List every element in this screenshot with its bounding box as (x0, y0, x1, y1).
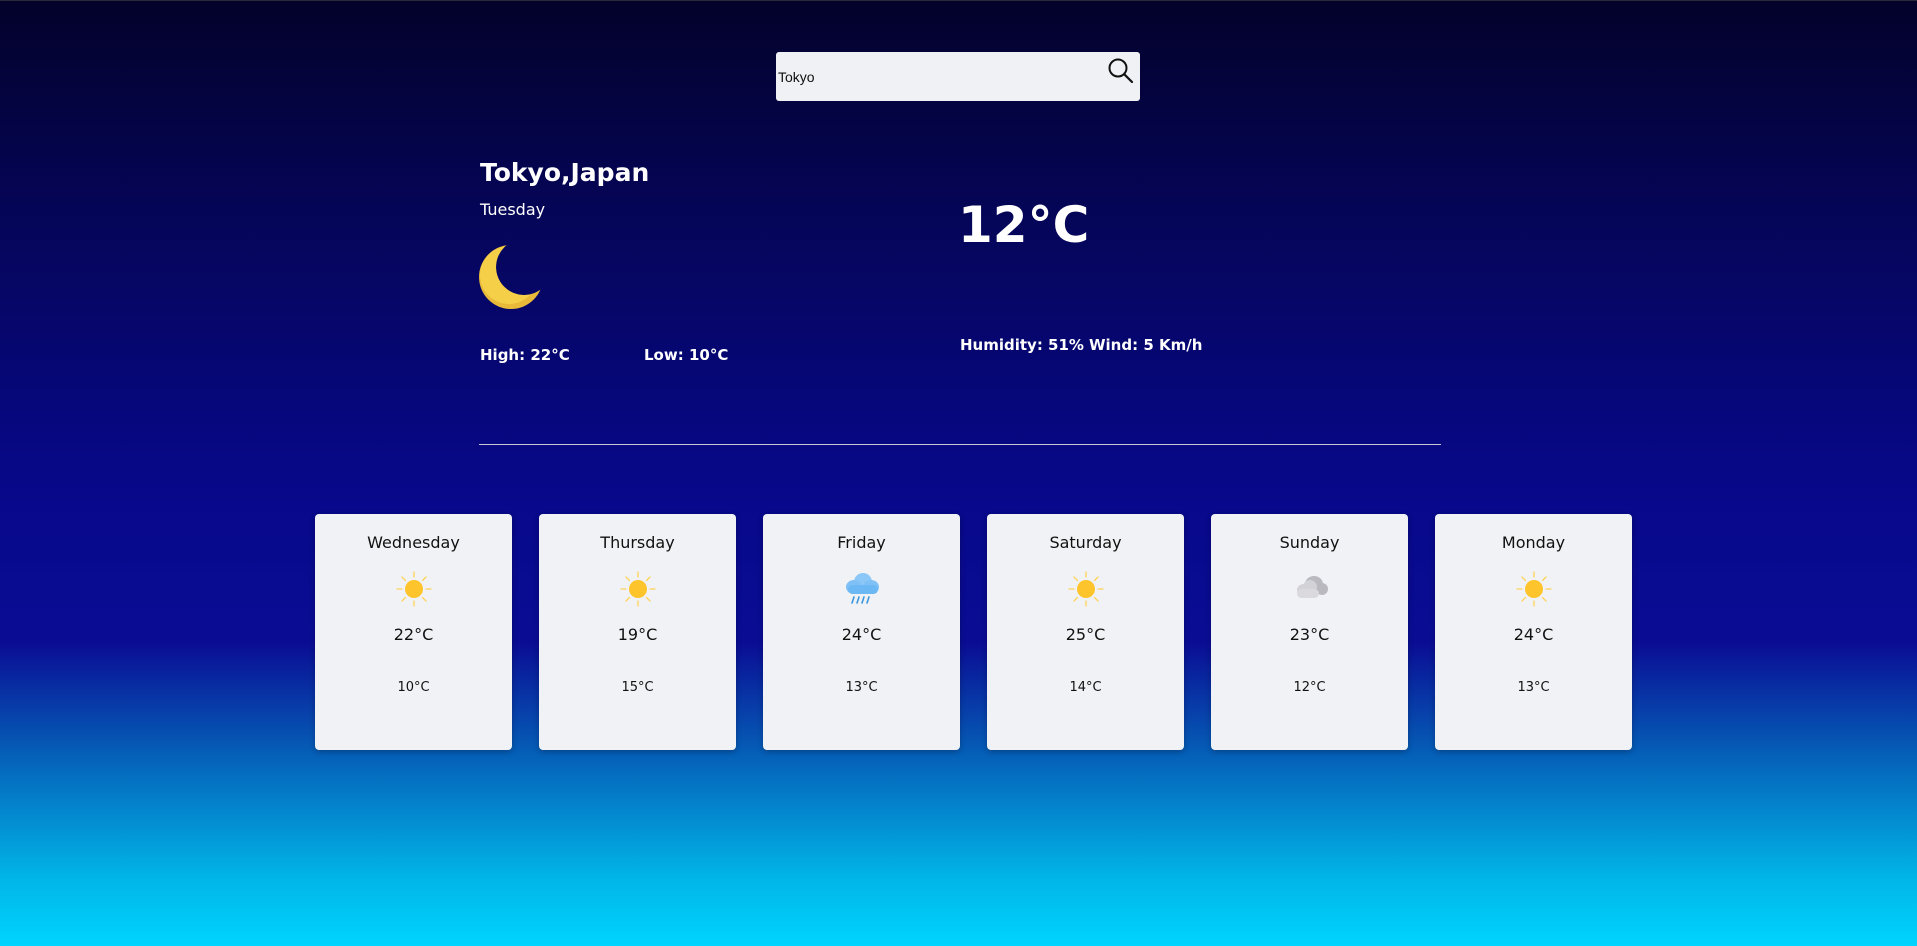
forecast-day: Friday (837, 533, 886, 552)
forecast-high: 22°C (393, 625, 434, 644)
low-temp: Low: 10°C (644, 346, 729, 364)
current-day: Tuesday (480, 200, 546, 219)
forecast-day: Monday (1501, 533, 1566, 552)
search-input[interactable] (778, 52, 1078, 101)
forecast-card: Friday 24°C 13°C (763, 514, 960, 750)
forecast-low: 14°C (1069, 680, 1102, 695)
forecast-high: 24°C (841, 625, 882, 644)
forecast-low: 13°C (845, 680, 878, 695)
forecast-high: 19°C (617, 625, 658, 644)
forecast-high: 25°C (1065, 625, 1106, 644)
forecast-card: Wednesday 22°C 10°C (315, 514, 512, 750)
sun-icon (395, 570, 433, 608)
forecast-low: 15°C (621, 680, 654, 695)
forecast-card: Sunday 23°C 12°C (1211, 514, 1408, 750)
forecast-card: Saturday 25°C 14°C (987, 514, 1184, 750)
search-bar (776, 52, 1140, 101)
rain-cloud-icon (843, 570, 881, 608)
sun-icon (619, 570, 657, 608)
high-temp: High: 22°C (480, 346, 570, 364)
search-icon[interactable] (1106, 56, 1136, 86)
sun-icon (1515, 570, 1553, 608)
forecast-list: Wednesday 22°C 10°C Thursday 19°C 15°C F… (315, 514, 1633, 750)
wind: Wind: 5 Km/h (1089, 336, 1203, 354)
humidity: Humidity: 51% (960, 336, 1084, 354)
moon-icon (478, 240, 546, 312)
forecast-low: 12°C (1293, 680, 1326, 695)
forecast-day: Wednesday (367, 533, 460, 552)
forecast-low: 10°C (397, 680, 430, 695)
forecast-day: Sunday (1279, 533, 1340, 552)
forecast-low: 13°C (1517, 680, 1550, 695)
sun-icon (1067, 570, 1105, 608)
forecast-high: 24°C (1513, 625, 1554, 644)
current-temperature: 12°C (958, 196, 1090, 254)
forecast-card: Thursday 19°C 15°C (539, 514, 736, 750)
forecast-high: 23°C (1289, 625, 1330, 644)
location-title: Tokyo,Japan (480, 158, 650, 187)
forecast-day: Thursday (600, 533, 675, 552)
top-border (0, 0, 1917, 1)
forecast-day: Saturday (1049, 533, 1122, 552)
divider (479, 444, 1441, 445)
cloud-icon (1291, 570, 1329, 608)
forecast-card: Monday 24°C 13°C (1435, 514, 1632, 750)
